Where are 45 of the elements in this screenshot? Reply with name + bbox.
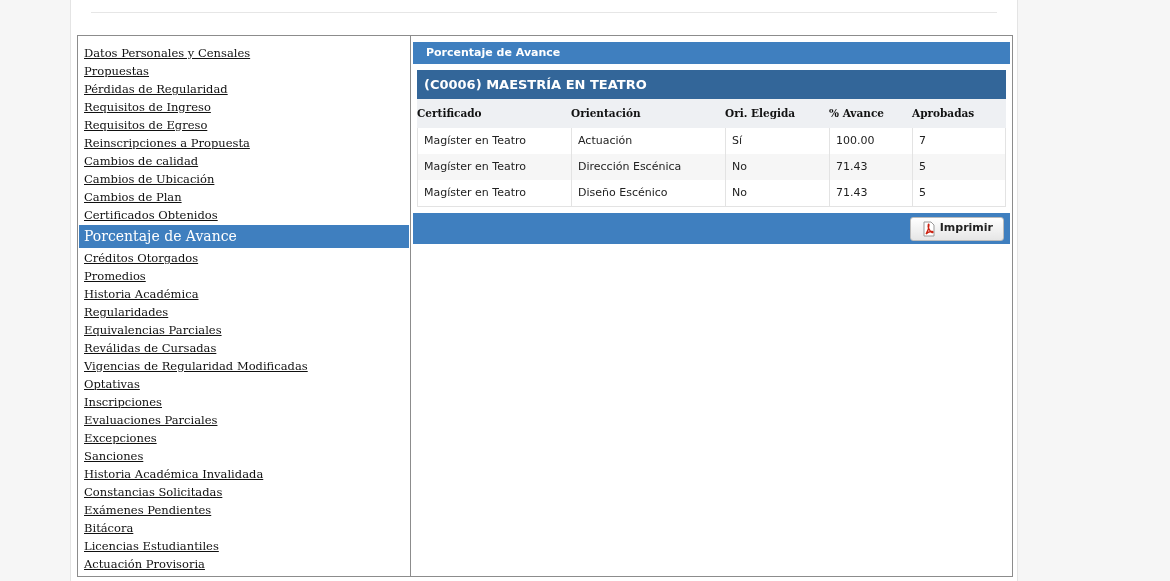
column-header: Certificado xyxy=(417,105,483,121)
sidebar-link[interactable]: Cambios de Ubicación xyxy=(84,170,215,188)
column-header: Ori. Elegida xyxy=(725,105,797,121)
sidebar-link[interactable]: Excepciones xyxy=(84,429,157,447)
sidebar-link[interactable]: Promedios xyxy=(84,267,146,285)
pdf-icon xyxy=(920,220,937,237)
sidebar-link[interactable]: Constancias Solicitadas xyxy=(84,483,223,501)
table-cell: No xyxy=(726,180,830,206)
panel-header: Porcentaje de Avance xyxy=(413,42,1010,64)
table-cell-text: 5 xyxy=(918,185,926,201)
sidebar-link[interactable]: Historia Académica xyxy=(84,285,199,303)
sidebar-link[interactable]: Pérdidas de Regularidad xyxy=(84,80,228,98)
sidebar-link[interactable]: Créditos Otorgados xyxy=(84,249,199,267)
table-cell-text: 5 xyxy=(918,159,926,175)
sidebar-link[interactable]: Propuestas xyxy=(84,62,149,80)
sidebar-link[interactable]: Vigencias de Regularidad Modificadas xyxy=(84,357,308,375)
sidebar-link[interactable]: Optativas xyxy=(84,375,140,393)
print-button[interactable]: Imprimir xyxy=(909,216,1004,241)
sidebar-item[interactable]: Porcentaje de Avance xyxy=(79,225,409,248)
table-cell-text: 7 xyxy=(918,133,926,149)
sidebar-link[interactable]: Actuación Provisoria xyxy=(84,555,205,573)
table-cell: Diseño Escénico xyxy=(572,180,726,206)
column-header: Aprobadas xyxy=(912,105,975,121)
column-header: % Avance xyxy=(829,105,885,121)
career-title: (C0006) MAESTRÍA EN TEATRO xyxy=(417,70,1006,99)
sidebar-link[interactable]: Regularidades xyxy=(84,303,169,321)
table-cell: Magíster en Teatro xyxy=(418,180,572,206)
sidebar-link[interactable]: Cambios de calidad xyxy=(84,152,199,170)
sidebar-link[interactable]: Equivalencias Parciales xyxy=(84,321,222,339)
sidebar-link[interactable]: Inscripciones xyxy=(84,393,162,411)
table-cell: 71.43 xyxy=(830,180,913,206)
sidebar-link[interactable]: Evaluaciones Parciales xyxy=(84,411,218,429)
sidebar-link[interactable]: Licencias Estudiantiles xyxy=(84,537,219,555)
sidebar-link[interactable]: Exámenes Pendientes xyxy=(84,501,212,519)
sidebar-link[interactable]: Historia Académica Invalidada xyxy=(84,465,264,483)
sidebar-link[interactable]: Requisitos de Egreso xyxy=(84,116,208,134)
sidebar-link[interactable]: Cambios de Plan xyxy=(84,188,182,206)
column-header: Orientación xyxy=(571,105,642,121)
sidebar-link[interactable]: Datos Personales y Censales xyxy=(84,44,251,62)
sidebar-link[interactable]: Sanciones xyxy=(84,447,144,465)
sidebar-link[interactable]: Certificados Obtenidos xyxy=(84,206,218,224)
sidebar-link[interactable]: Reinscripciones a Propuesta xyxy=(84,134,250,152)
sidebar-link[interactable]: Reválidas de Cursadas xyxy=(84,339,217,357)
sidebar-link[interactable]: Requisitos de Ingreso xyxy=(84,98,211,116)
sidebar-link[interactable]: Bitácora xyxy=(84,519,134,537)
